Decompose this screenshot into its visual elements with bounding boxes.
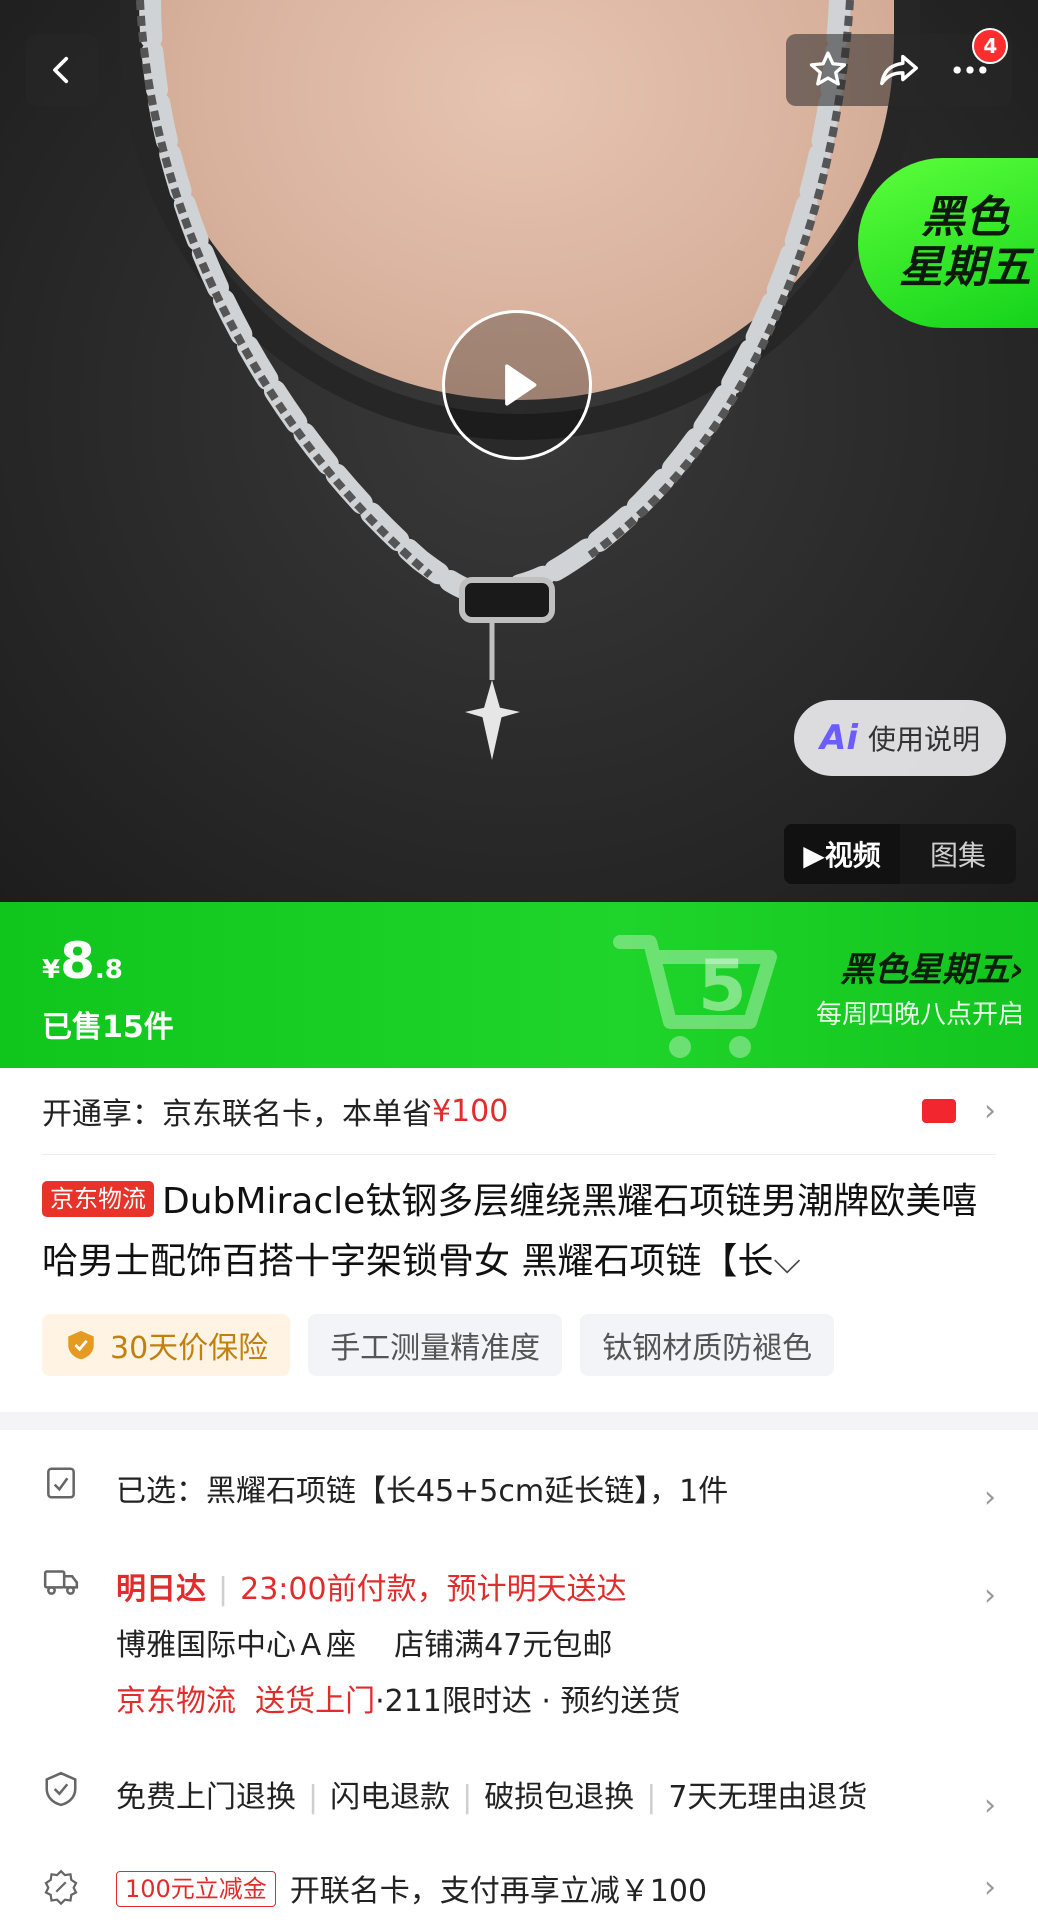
jd-logistics-tag: 京东物流: [42, 1181, 154, 1217]
delivery-row[interactable]: 明日达 | 23:00前付款，预计明天送达 博雅国际中心Ａ座 店铺满47元包邮 京东…: [42, 1558, 996, 1738]
chip-label: 钛钢材质防褪色: [602, 1331, 813, 1366]
sold-count: 已售15件: [42, 1010, 174, 1045]
chip-label: 30天价保险: [110, 1331, 269, 1366]
more-button[interactable]: 4: [946, 28, 1009, 94]
selected-value: 黑耀石项链【长45+5cm延长链】，1件: [206, 1474, 729, 1509]
media-type-toggle: ▶视频 图集: [784, 824, 1016, 884]
chip-measurement[interactable]: 手工测量精准度: [308, 1314, 563, 1376]
product-title[interactable]: 京东物流 DubMiracle钛钢多层缠绕黑耀石项链男潮牌欧美嘻哈男士配饰百搭十字…: [42, 1172, 996, 1292]
share-icon: [880, 54, 918, 86]
chevron-right-icon: ›: [984, 1578, 996, 1613]
play-video-button[interactable]: [442, 310, 592, 460]
promo-badge-line2: 星期五: [899, 242, 1031, 293]
promo-badge-line1: 黑色: [921, 192, 1009, 243]
selected-variant-row[interactable]: 已选：黑耀石项链【长45+5cm延长链】，1件 ›: [42, 1460, 996, 1560]
top-right-actions: 4: [786, 28, 1012, 106]
feature-chips: 30天价保险 手工测量精准度 钛钢材质防褪色: [42, 1314, 835, 1376]
event-title[interactable]: 黑色星期五›: [840, 942, 1024, 991]
price-banner: ¥8.8 已售15件 5 黑色星期五› 每周四晚八点开启: [0, 902, 1038, 1068]
section-divider: [0, 1412, 1038, 1430]
carrier: 京东物流: [116, 1684, 236, 1719]
notification-badge: 4: [972, 28, 1009, 64]
chevron-right-icon: ›: [984, 1480, 996, 1515]
price-currency: ¥: [42, 955, 61, 985]
door-delivery: 送货上门: [255, 1684, 376, 1719]
shield-check-icon: [45, 1771, 77, 1807]
chip-label: 手工测量精准度: [330, 1331, 541, 1366]
chevron-left-icon: [53, 56, 69, 84]
tab-gallery[interactable]: 图集: [900, 824, 1016, 884]
shield-icon: [68, 1330, 94, 1360]
chevron-right-icon: ›: [984, 1870, 996, 1905]
event-title-text: 黑色星期五: [839, 950, 1010, 990]
delivery-speed: 明日达: [116, 1572, 206, 1607]
back-button[interactable]: [26, 34, 98, 106]
ai-sparkle-icon: Ai: [820, 718, 858, 758]
credit-card-icon: [922, 1099, 956, 1123]
product-title-text: DubMiracle钛钢多层缠绕黑耀石项链男潮牌欧美嘻哈男士配饰百搭十字架锁骨女…: [42, 1181, 978, 1282]
co-brand-card-offer[interactable]: 开通享：京东联名卡，本单省 ¥100 ›: [42, 1068, 996, 1155]
price: ¥8.8: [42, 932, 123, 990]
instant-discount-tag: 100元立减金: [116, 1871, 276, 1907]
ai-pill-label: 使用说明: [867, 723, 980, 756]
coupon-row[interactable]: 100元立减金 开联名卡，支付再享立减￥100 ›: [42, 1866, 996, 1920]
shopping-cart-icon: 5: [613, 935, 777, 1058]
service-item: 破损包退换: [484, 1780, 635, 1815]
star-icon: [809, 51, 846, 86]
price-decimal: .8: [94, 955, 123, 985]
share-button[interactable]: [875, 46, 923, 94]
price-integer: 8: [60, 932, 95, 990]
chevron-right-icon: ›: [984, 1093, 996, 1129]
expand-title-icon[interactable]: ⌵: [773, 1241, 800, 1282]
delivery-address: 博雅国际中心Ａ座: [116, 1628, 356, 1663]
chip-material[interactable]: 钛钢材质防褪色: [580, 1314, 835, 1376]
selected-label: 已选：: [116, 1474, 206, 1509]
product-detail-page: 4 黑色 星期五 Ai 使用说明 ▶视频 图集 ¥8.8 已售15件 5 黑色星…: [0, 0, 1038, 1920]
card-offer-amount: ¥100: [432, 1093, 509, 1129]
service-guarantees-row[interactable]: 免费上门退换 | 闪电退款 | 破损包退换 | 7天无理由退货 ›: [42, 1768, 996, 1848]
play-icon: [505, 364, 537, 406]
discount-icon: [44, 1869, 78, 1906]
favorite-button[interactable]: [804, 46, 852, 94]
delivery-options: ·211限时达 · 预约送货: [375, 1684, 681, 1719]
service-item: 7天无理由退货: [668, 1780, 868, 1815]
black-friday-badge[interactable]: 黑色 星期五: [858, 158, 1038, 328]
service-item: 免费上门退换: [116, 1780, 296, 1815]
delivery-promise: 23:00前付款，预计明天送达: [240, 1572, 627, 1607]
ai-usage-guide-button[interactable]: Ai 使用说明: [794, 700, 1006, 776]
product-hero-image[interactable]: 4 黑色 星期五 Ai 使用说明 ▶视频 图集: [0, 0, 1038, 902]
shipping-threshold: 店铺满47元包邮: [394, 1628, 613, 1663]
svg-text:5: 5: [698, 945, 747, 1027]
tab-video[interactable]: ▶视频: [784, 824, 900, 884]
card-offer-text: 开通享：京东联名卡，本单省: [42, 1097, 432, 1132]
checklist-icon: [47, 1467, 75, 1499]
chip-price-protection[interactable]: 30天价保险: [42, 1314, 291, 1376]
chevron-right-icon: ›: [1009, 950, 1024, 990]
truck-icon: [43, 1570, 79, 1595]
chevron-right-icon: ›: [984, 1788, 996, 1823]
coupon-text: 开联名卡，支付再享立减￥100: [289, 1874, 708, 1909]
service-item: 闪电退款: [330, 1780, 451, 1815]
event-subtitle: 每周四晚八点开启: [815, 1000, 1024, 1030]
